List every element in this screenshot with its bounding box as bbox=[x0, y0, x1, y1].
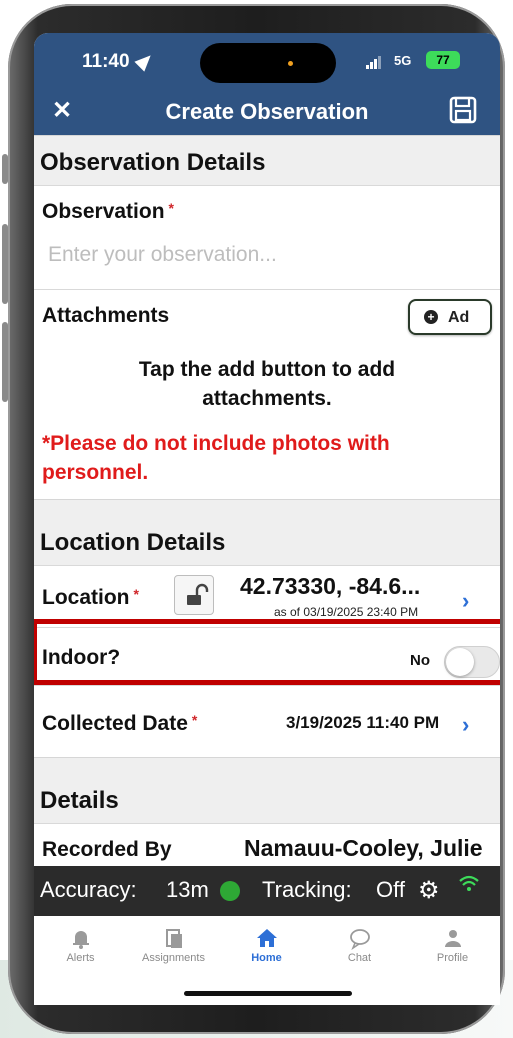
details-heading: Details bbox=[34, 757, 500, 823]
location-details-heading: Location Details bbox=[34, 499, 500, 565]
add-button-label: Ad bbox=[448, 309, 470, 326]
privacy-dot bbox=[288, 61, 293, 66]
required-mark: * bbox=[168, 200, 174, 216]
highlight-box bbox=[34, 619, 500, 685]
recorded-by-label: Recorded By bbox=[42, 838, 172, 861]
add-attachment-button[interactable]: + Ad bbox=[408, 299, 492, 335]
home-icon bbox=[256, 929, 277, 947]
wifi-icon bbox=[459, 875, 479, 891]
tab-alerts[interactable]: Alerts bbox=[34, 926, 127, 964]
tracking-label: Tracking: bbox=[262, 877, 352, 902]
location-timestamp: as of 03/19/2025 23:40 PM bbox=[274, 606, 419, 616]
accuracy-status-dot bbox=[220, 881, 240, 901]
observation-details-heading: Observation Details bbox=[34, 135, 500, 185]
tab-assignments[interactable]: Assignments bbox=[127, 926, 220, 964]
clipboard-icon bbox=[165, 929, 182, 948]
required-mark: * bbox=[191, 712, 198, 728]
observation-input[interactable]: Enter your observation... bbox=[48, 243, 277, 267]
tracking-value: Off bbox=[376, 877, 405, 902]
tab-home[interactable]: Home bbox=[220, 926, 313, 964]
person-icon bbox=[444, 930, 461, 947]
chat-bubble-icon bbox=[349, 929, 370, 950]
recorded-by-value: Namauu-Cooley, Julie bbox=[244, 835, 483, 861]
bell-icon bbox=[72, 931, 89, 949]
plus-circle-icon: + bbox=[424, 310, 438, 324]
volume-down-button bbox=[2, 322, 8, 402]
silent-switch bbox=[2, 154, 8, 184]
attachments-hint: Tap the add button to add attachments. bbox=[138, 358, 396, 410]
attachments-label: Attachments bbox=[42, 304, 170, 327]
tab-profile[interactable]: Profile bbox=[406, 926, 499, 964]
accuracy-label: Accuracy: bbox=[40, 877, 137, 902]
cell-signal-icon bbox=[366, 55, 382, 69]
location-coordinates: 42.73330, -84.6... bbox=[240, 573, 421, 599]
unlock-location-button[interactable] bbox=[174, 575, 214, 615]
collected-date-value: 3/19/2025 11:40 PM bbox=[286, 713, 440, 732]
chevron-right-icon[interactable]: › bbox=[462, 712, 469, 738]
gear-icon[interactable]: ⚙ bbox=[418, 876, 440, 905]
network-type: 5G bbox=[394, 53, 412, 68]
battery-icon: 77 bbox=[426, 51, 460, 69]
accuracy-bar: Accuracy: 13m Tracking: Off ⚙ bbox=[34, 866, 500, 916]
observation-label: Observation bbox=[42, 200, 165, 223]
photo-warning: *Please do not include photos with perso… bbox=[42, 432, 390, 484]
collected-date-label: Collected Date bbox=[42, 712, 188, 735]
dynamic-island bbox=[200, 43, 336, 83]
app-header: ✕ Create Observation bbox=[34, 87, 500, 135]
app-screen: 11:40 5G 77 ✕ Create Observation Observa… bbox=[34, 33, 500, 1005]
status-time: 11:40 bbox=[82, 51, 130, 72]
required-mark: * bbox=[133, 586, 139, 602]
chevron-right-icon[interactable]: › bbox=[462, 588, 469, 614]
observation-field[interactable]: Observation * bbox=[34, 185, 500, 289]
tab-chat[interactable]: Chat bbox=[313, 926, 406, 964]
home-indicator[interactable] bbox=[184, 991, 352, 996]
volume-up-button bbox=[2, 224, 8, 304]
location-arrow-icon bbox=[134, 50, 156, 72]
accuracy-value: 13m bbox=[166, 877, 209, 902]
save-icon[interactable] bbox=[448, 95, 478, 125]
unlocked-padlock-icon bbox=[187, 583, 209, 605]
location-label: Location bbox=[42, 586, 130, 609]
status-bar: 11:40 5G 77 bbox=[34, 33, 500, 87]
page-title: Create Observation bbox=[165, 99, 369, 124]
